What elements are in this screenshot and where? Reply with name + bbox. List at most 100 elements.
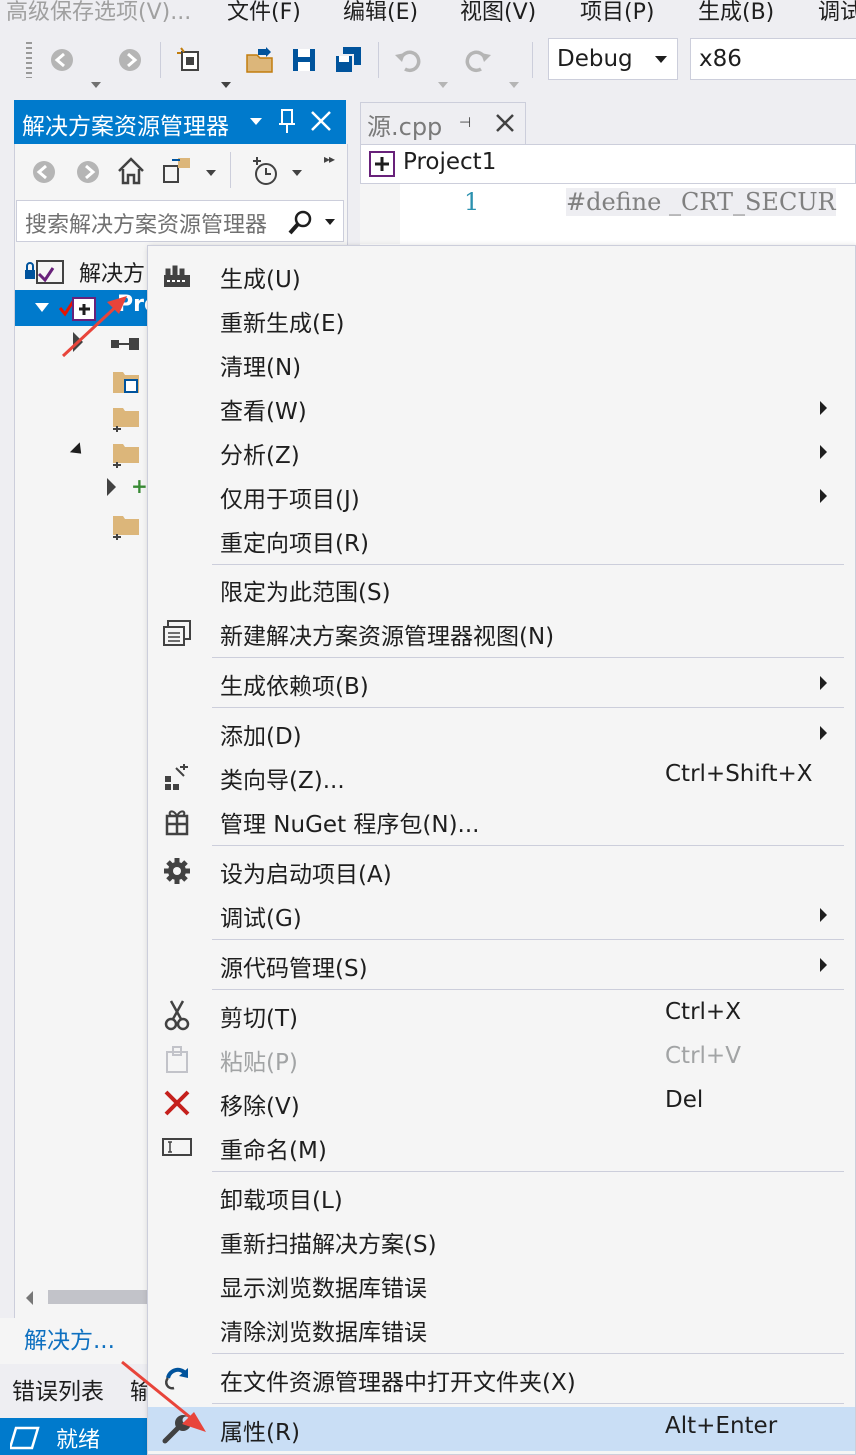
- tab-solution-explorer[interactable]: 解决方...: [24, 1321, 115, 1355]
- back-dropdown-icon[interactable]: [91, 82, 101, 88]
- back-icon[interactable]: [46, 44, 78, 76]
- menu-item-remove[interactable]: 移除(V) Del: [148, 1081, 855, 1125]
- line-number: 1: [464, 188, 480, 216]
- close-icon[interactable]: [310, 110, 332, 138]
- redo-dropdown-icon[interactable]: [509, 82, 519, 88]
- config-combo[interactable]: Debug: [548, 38, 678, 80]
- window-menu-icon[interactable]: [250, 118, 262, 125]
- menu-item-retarget[interactable]: 重定向项目(R): [148, 518, 855, 562]
- se-forward-icon[interactable]: [74, 158, 102, 190]
- menu-item-source-control[interactable]: 源代码管理(S): [148, 943, 855, 987]
- pending-dropdown-icon[interactable]: [292, 170, 302, 176]
- menu-item-view[interactable]: 查看(W): [148, 386, 855, 430]
- folder-icon: [111, 510, 141, 544]
- menu-separator: [212, 1353, 844, 1354]
- menu-item-rebuild[interactable]: 重新生成(E): [148, 298, 855, 342]
- scroll-left-icon[interactable]: [26, 1291, 33, 1305]
- menu-item-rescan[interactable]: 重新扫描解决方案(S): [148, 1219, 855, 1263]
- menu-item-clear-browse-errors[interactable]: 清除浏览数据库错误: [148, 1307, 855, 1351]
- menu-item-debug[interactable]: 调试(G): [148, 893, 855, 937]
- collapse-arrow-icon[interactable]: [107, 478, 116, 496]
- menu-item-label: 类向导(Z)...: [220, 768, 345, 794]
- menu-item-label: 分析(Z): [220, 443, 300, 469]
- menu-item-clean[interactable]: 清理(N): [148, 342, 855, 386]
- tab-error-list[interactable]: 错误列表: [12, 1372, 104, 1406]
- horizontal-scrollbar[interactable]: [16, 1288, 148, 1308]
- menu-separator: [212, 845, 844, 846]
- redo-icon[interactable]: [462, 44, 494, 76]
- menu-project[interactable]: 项目(P): [580, 0, 654, 26]
- overflow-icon[interactable]: ▸▸: [324, 152, 335, 166]
- submenu-arrow-icon: [820, 676, 827, 690]
- menu-separator: [212, 707, 844, 708]
- menu-item-build-deps[interactable]: 生成依赖项(B): [148, 661, 855, 705]
- menu-item-properties[interactable]: 属性(R) Alt+Enter: [148, 1407, 855, 1451]
- search-icon[interactable]: [287, 208, 315, 240]
- menu-item-rename[interactable]: 重命名(M): [148, 1125, 855, 1169]
- search-options-icon[interactable]: [325, 219, 335, 225]
- code-line: #define _CRT_SECUR: [566, 188, 836, 216]
- toolbar-grip[interactable]: [26, 42, 32, 78]
- menu-view[interactable]: 视图(V): [460, 0, 536, 26]
- platform-combo[interactable]: x86: [690, 38, 856, 80]
- menu-build[interactable]: 生成(B): [698, 0, 774, 26]
- platform-value: x86: [699, 46, 742, 72]
- editor-tab[interactable]: 源.cpp ⊣: [360, 102, 526, 144]
- menu-item-nuget[interactable]: 管理 NuGet 程序包(N)...: [148, 799, 855, 843]
- menu-item-label: 重新扫描解决方案(S): [220, 1232, 437, 1258]
- menu-item-paste[interactable]: 粘贴(P) Ctrl+V: [148, 1037, 855, 1081]
- submenu-arrow-icon: [820, 958, 827, 972]
- menu-item-label: 重定向项目(R): [220, 531, 369, 557]
- toolbar-separator: [160, 42, 161, 78]
- save-icon[interactable]: [288, 44, 320, 76]
- menu-item-shortcut: Ctrl+X: [665, 999, 741, 1025]
- pin-icon[interactable]: [278, 108, 296, 140]
- expanded-arrow-icon[interactable]: [69, 442, 87, 459]
- menu-item-unload[interactable]: 卸载项目(L): [148, 1175, 855, 1219]
- menu-item-project-only[interactable]: 仅用于项目(J): [148, 474, 855, 518]
- editor-margin: [360, 184, 400, 244]
- pin-icon[interactable]: ⊣: [459, 115, 471, 131]
- solution-explorer-search[interactable]: 搜索解决方案资源管理器: [16, 200, 344, 242]
- menu-file[interactable]: 文件(F): [227, 0, 301, 26]
- menu-item-analyze[interactable]: 分析(Z): [148, 430, 855, 474]
- menu-advanced-save[interactable]: 高级保存选项(V)...: [6, 0, 191, 26]
- home-icon[interactable]: [116, 156, 146, 190]
- status-text: 就绪: [56, 1428, 101, 1453]
- undo-dropdown-icon[interactable]: [438, 82, 448, 88]
- menu-item-label: 调试(G): [220, 906, 302, 932]
- new-dropdown-icon[interactable]: [221, 82, 231, 88]
- save-all-icon[interactable]: [332, 44, 364, 76]
- toolbar-separator: [532, 42, 533, 78]
- menu-item-label: 新建解决方案资源管理器视图(N): [220, 624, 555, 650]
- scrollbar-thumb[interactable]: [48, 1290, 148, 1304]
- cpp-file-icon: +: [131, 474, 148, 498]
- menu-item-class-wizard[interactable]: 类向导(Z)... Ctrl+Shift+X: [148, 755, 855, 799]
- sync-view-icon[interactable]: [162, 156, 194, 190]
- menu-debug[interactable]: 调试: [818, 0, 856, 26]
- pending-changes-icon[interactable]: [250, 156, 280, 192]
- editor-navigation-bar[interactable]: Project1: [360, 144, 856, 184]
- menu-item-show-browse-errors[interactable]: 显示浏览数据库错误: [148, 1263, 855, 1307]
- menu-edit[interactable]: 编辑(E): [343, 0, 418, 26]
- menu-item-cut[interactable]: 剪切(T) Ctrl+X: [148, 993, 855, 1037]
- new-project-icon[interactable]: [174, 44, 206, 76]
- undo-icon[interactable]: [392, 44, 424, 76]
- open-file-icon[interactable]: [244, 44, 276, 76]
- menu-item-label: 查看(W): [220, 399, 307, 425]
- menu-item-build[interactable]: 生成(U): [148, 254, 855, 298]
- forward-icon[interactable]: [114, 44, 146, 76]
- paste-icon: [160, 1043, 194, 1075]
- close-tab-icon[interactable]: [495, 113, 515, 137]
- se-back-icon[interactable]: [30, 158, 58, 190]
- menu-item-scope[interactable]: 限定为此范围(S): [148, 567, 855, 611]
- submenu-arrow-icon: [820, 401, 827, 415]
- menu-item-label: 生成依赖项(B): [220, 674, 369, 700]
- sync-dropdown-icon[interactable]: [206, 170, 216, 176]
- menu-item-new-view[interactable]: 新建解决方案资源管理器视图(N): [148, 611, 855, 655]
- menu-item-open-folder[interactable]: 在文件资源管理器中打开文件夹(X): [148, 1357, 855, 1401]
- menu-item-set-startup[interactable]: 设为启动项目(A): [148, 849, 855, 893]
- menu-item-label: 显示浏览数据库错误: [220, 1276, 427, 1302]
- expand-arrow-icon[interactable]: [35, 303, 49, 312]
- menu-item-add[interactable]: 添加(D): [148, 711, 855, 755]
